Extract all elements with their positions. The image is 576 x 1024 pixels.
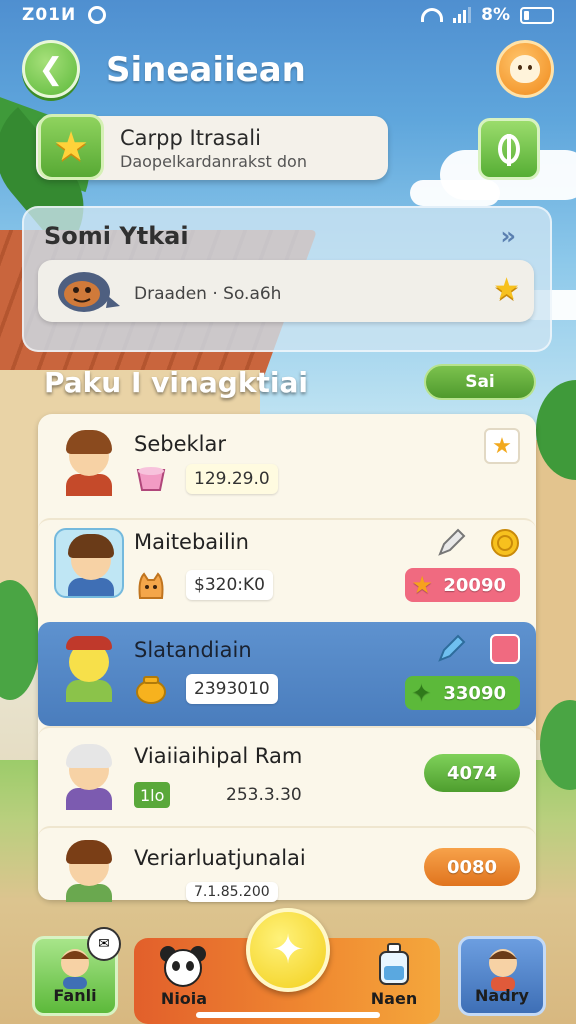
panda-icon (160, 946, 206, 987)
back-button[interactable]: ❮ (22, 40, 80, 98)
list-item-selected[interactable]: Slatandiain 2393010 ✦ 33090 (38, 622, 536, 726)
summary-text: Draaden · So.a6h (134, 284, 282, 304)
star-icon: ★ (38, 114, 104, 180)
character-value: 253.3.30 (226, 785, 302, 805)
reward-badge: ★ 20090 (405, 568, 520, 602)
action-button[interactable]: 0080 (424, 848, 520, 886)
nav-label: Naen (370, 989, 418, 1008)
favorite-button[interactable]: ★ (484, 428, 520, 464)
reward-value: 20090 (443, 574, 506, 596)
battery-icon (520, 6, 554, 24)
calendar-icon[interactable] (490, 634, 520, 664)
list-item[interactable]: Maitebailin $320:K0 ★ 20090 (38, 518, 536, 622)
record-icon (88, 6, 107, 24)
character-name: Veriarluatjunalai (134, 846, 306, 870)
quest-subtitle: Daopelkardanrakst don (120, 152, 307, 171)
star-icon: ★ (493, 272, 520, 307)
star-icon: ★ (411, 571, 433, 599)
nav-label: Nadry (475, 986, 529, 1005)
magic-wand-icon: ✦ (271, 927, 305, 973)
nav-label: Fanli (53, 986, 97, 1005)
profile-button[interactable] (496, 40, 554, 98)
notification-icon: ✉ (87, 927, 121, 961)
character-avatar (54, 426, 124, 496)
character-avatar (54, 836, 124, 902)
nav-tab-family[interactable]: ✉ Fanli (32, 927, 121, 1016)
character-name: Sebeklar (134, 432, 226, 456)
coin-icon (491, 529, 519, 557)
cat-icon (138, 572, 164, 599)
pencil-icon[interactable] (436, 634, 466, 664)
bottle-icon (379, 943, 409, 985)
back-arrow-icon: ❮ (38, 51, 64, 87)
gem-icon (136, 467, 166, 491)
character-value: $320:K0 (186, 570, 273, 600)
pencil-icon[interactable] (436, 528, 466, 558)
action-button[interactable]: 4074 (424, 754, 520, 792)
character-avatar (54, 632, 124, 702)
summary-title: Somi Ytkai (44, 222, 189, 250)
chevron-right-icon[interactable]: » (500, 222, 516, 250)
reward-badge: ✦ 33090 (405, 676, 520, 710)
list-item[interactable]: Veriarluatjunalai 7.1.85.200 0080 (38, 826, 536, 902)
level-badge: 1lo (134, 782, 171, 808)
signal-icon (453, 7, 472, 23)
leaf-star-icon: ✦ (411, 679, 432, 707)
wifi-icon (421, 8, 444, 22)
character-avatar (54, 740, 124, 810)
pet-icon (58, 272, 120, 312)
leaf-button[interactable] (478, 118, 540, 180)
home-indicator (196, 1012, 380, 1018)
character-name: Slatandiain (134, 638, 252, 662)
cloud (410, 180, 500, 206)
character-name: Viaiiaihipal Ram (134, 744, 303, 768)
quest-title: Carpp Itrasali (120, 126, 261, 150)
reward-value: 33090 (443, 682, 506, 704)
status-bar: Z01И 8% (0, 0, 576, 30)
character-value: 2393010 (186, 674, 278, 704)
character-avatar (54, 528, 124, 598)
bottom-nav: ✉ Fanli Nioia ✦ Naen Nadry (0, 894, 576, 1024)
header: ❮ Sineaiiean (0, 36, 576, 104)
section-title: Paku I vinagktiai (44, 366, 308, 399)
character-name: Maitebailin (134, 530, 249, 554)
profile-avatar-icon (510, 55, 540, 83)
leaf-icon (498, 134, 520, 166)
status-time: Z01И (22, 5, 77, 25)
star-icon: ★ (492, 433, 512, 459)
center-action-button[interactable]: ✦ (246, 908, 330, 992)
nav-tab-pets[interactable]: Nioia (146, 936, 222, 1016)
nav-label: Nioia (160, 989, 208, 1008)
page-title: Sineaiiean (106, 50, 306, 90)
battery-percent: 8% (481, 5, 510, 25)
list-item[interactable]: Sebeklar 129.29.0 ★ (38, 414, 536, 518)
character-value: 129.29.0 (186, 464, 278, 494)
profile-icon (489, 949, 517, 991)
section-action-button[interactable]: Sai (424, 364, 536, 400)
pot-icon (136, 676, 166, 704)
nav-tab-profile[interactable]: Nadry (458, 936, 546, 1016)
list-item[interactable]: Viaiiaihipal Ram 1lo 253.3.30 4074 (38, 726, 536, 826)
nav-tab-shop[interactable]: Naen (356, 936, 432, 1016)
